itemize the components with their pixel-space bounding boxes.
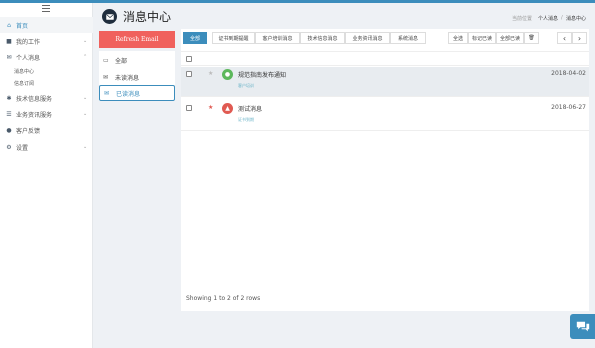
- all-read-button[interactable]: 全部已读: [496, 32, 524, 44]
- mark-read-button[interactable]: 标记已读: [468, 32, 496, 44]
- sidebar-item-my-work[interactable]: ■ 我的工作 ⌄: [0, 33, 93, 49]
- comment-glyph: ●: [224, 71, 231, 78]
- chat-support-button[interactable]: [570, 314, 595, 339]
- home-icon: ⌂: [7, 21, 11, 29]
- select-all-checkbox[interactable]: [186, 56, 192, 62]
- chevron-down-icon: ⌄: [83, 38, 88, 44]
- page-header: 消息中心 当前位置 个人消息 / 消息中心: [93, 3, 595, 30]
- prev-page-button[interactable]: ‹: [557, 32, 572, 44]
- menu-toggle-icon[interactable]: [42, 5, 50, 12]
- tab-all[interactable]: 全部: [183, 32, 207, 44]
- message-toolbar: 全部 证书到期提醒 客户培训消息 技术信息消息 业务资讯消息 系统消息 全选 标…: [181, 29, 589, 49]
- sidebar-item-label: 个人消息: [16, 54, 41, 62]
- chevron-down-icon: ⌄: [83, 95, 88, 101]
- cogs-icon: ✱: [6, 94, 12, 102]
- tab-customer-training[interactable]: 客户培训消息: [255, 32, 300, 44]
- envelope-open-icon: ✉: [104, 89, 110, 97]
- sidebar-item-label: 技术信息服务: [16, 95, 53, 103]
- message-filter-menu: ▭ 全部 ✉ 未读消息 ✉ 已读消息: [99, 51, 175, 101]
- sidebar-item-label: 业务资讯服务: [16, 111, 53, 119]
- page-title: 消息中心: [123, 10, 172, 24]
- message-category: 证书到期: [238, 117, 254, 122]
- message-category: 客户培训: [238, 83, 254, 88]
- refresh-email-button[interactable]: Refresh Email: [99, 31, 175, 48]
- message-date: 2018-04-02: [551, 70, 586, 77]
- star-icon[interactable]: ★: [208, 70, 213, 77]
- message-title[interactable]: 测试消息: [238, 104, 262, 113]
- sidebar-item-feedback[interactable]: ● 客户反馈: [0, 122, 93, 138]
- comments-icon: ●: [6, 126, 12, 134]
- sidebar-item-label: 我的工作: [16, 38, 41, 46]
- tab-cert-expiry[interactable]: 证书到期提醒: [212, 32, 255, 44]
- tab-business-info[interactable]: 业务资讯消息: [345, 32, 390, 44]
- breadcrumb-location-label: 当前位置: [512, 16, 533, 22]
- table-header: [181, 51, 589, 66]
- pagination-summary: Showing 1 to 2 of 2 rows: [186, 295, 261, 302]
- message-title[interactable]: 规范指南发布通知: [238, 70, 286, 79]
- filter-read[interactable]: ✉ 已读消息: [99, 85, 175, 101]
- sidebar-item-label: 客户反馈: [16, 127, 41, 135]
- filter-label: 全部: [115, 57, 128, 65]
- filter-all[interactable]: ▭ 全部: [99, 52, 175, 68]
- envelope-icon: ✉: [6, 53, 12, 61]
- chevron-down-icon: ⌄: [83, 144, 88, 150]
- comment-icon: ●: [222, 69, 233, 80]
- sidebar-item-business-info[interactable]: ☰ 业务资讯服务 ⌄: [0, 106, 93, 122]
- sidebar: ⌂ 首页 ■ 我的工作 ⌄ ✉ 个人消息 ⌃ 消息中心 信息订阅 ✱ 技术信息服…: [0, 3, 93, 348]
- envelope-icon: ✉: [103, 73, 109, 81]
- sidebar-item-label: 首页: [16, 22, 29, 30]
- table-row[interactable]: ★ ▲ 测试消息 证书到期 2018-06-27: [181, 101, 589, 131]
- envelope-icon: [102, 9, 117, 24]
- sidebar-item-personal-messages[interactable]: ✉ 个人消息 ⌃: [0, 49, 93, 65]
- next-page-button[interactable]: ›: [572, 32, 587, 44]
- briefcase-icon: ■: [6, 37, 12, 45]
- filter-unread[interactable]: ✉ 未读消息: [99, 69, 175, 85]
- sidebar-item-label: 设置: [16, 144, 29, 152]
- bell-icon: ▲: [222, 103, 233, 114]
- sidebar-item-home[interactable]: ⌂ 首页: [0, 17, 93, 33]
- row-checkbox[interactable]: [186, 105, 192, 111]
- sidebar-subitem-subscription[interactable]: 信息订阅: [14, 80, 34, 87]
- filter-label: 未读消息: [115, 74, 140, 82]
- message-list-panel: 全部 证书到期提醒 客户培训消息 技术信息消息 业务资讯消息 系统消息 全选 标…: [181, 29, 589, 311]
- list-icon: ☰: [6, 110, 12, 118]
- select-all-button[interactable]: 全选: [448, 32, 468, 44]
- sidebar-item-tech-info[interactable]: ✱ 技术信息服务 ⌄: [0, 90, 93, 106]
- trash-icon[interactable]: 🗑: [524, 32, 539, 44]
- breadcrumb-message-center: 消息中心: [566, 16, 587, 22]
- bell-glyph: ▲: [225, 105, 230, 112]
- sidebar-subitem-message-center[interactable]: 消息中心: [14, 68, 34, 75]
- gear-icon: ⚙: [6, 143, 12, 151]
- tab-system[interactable]: 系统消息: [390, 32, 426, 44]
- inbox-icon: ▭: [103, 56, 109, 64]
- chevron-down-icon: ⌄: [83, 111, 88, 117]
- tab-tech-info[interactable]: 技术信息消息: [300, 32, 345, 44]
- message-date: 2018-06-27: [551, 104, 586, 111]
- row-checkbox[interactable]: [186, 71, 192, 77]
- chevron-up-icon: ⌃: [83, 54, 88, 60]
- filter-label: 已读消息: [116, 90, 141, 98]
- breadcrumb-separator: /: [561, 15, 563, 21]
- table-row[interactable]: ★ ● 规范指南发布通知 客户培训 2018-04-02: [181, 67, 589, 97]
- breadcrumb-personal-messages[interactable]: 个人消息: [538, 15, 558, 22]
- sidebar-item-settings[interactable]: ⚙ 设置 ⌄: [0, 139, 93, 155]
- star-icon[interactable]: ★: [208, 104, 213, 111]
- chat-icon: [576, 321, 589, 332]
